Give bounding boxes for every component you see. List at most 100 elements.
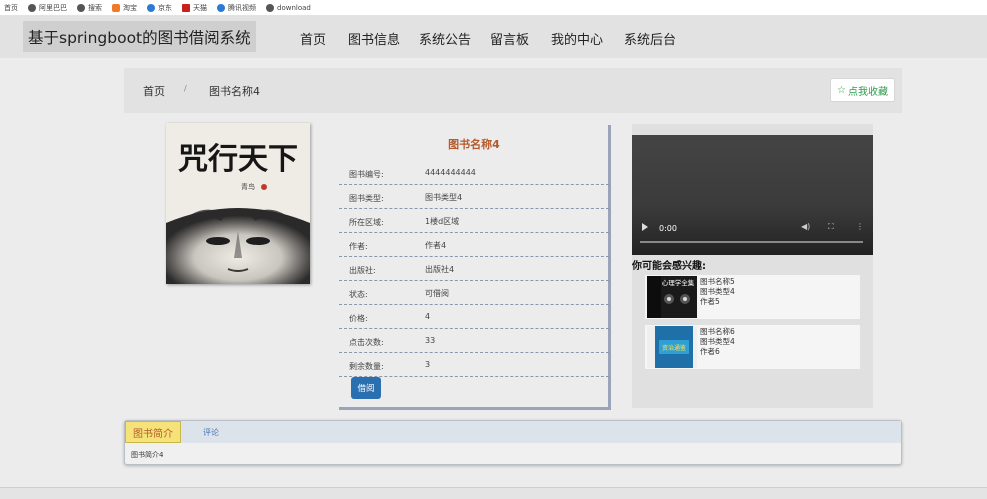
detail-key: 点击次数: bbox=[349, 338, 384, 347]
breadcrumb-separator: / bbox=[184, 84, 187, 93]
tab-header: 图书简介 评论 bbox=[125, 421, 901, 443]
bookmark-label: 腾讯视频 bbox=[228, 3, 256, 12]
video-player[interactable]: 0:00 ◀) ⛶ ⋮ bbox=[632, 135, 873, 255]
bookmark-label: 京东 bbox=[158, 3, 172, 12]
bookmarks-bar: 首页 阿里巴巴 搜索 淘宝 京东 天猫 腾讯视频 download bbox=[0, 0, 987, 16]
nav-book-info[interactable]: 图书信息 bbox=[348, 29, 400, 48]
bookmark-download[interactable]: download bbox=[266, 3, 311, 12]
recommend-name: 图书名称5 bbox=[700, 277, 735, 286]
recommend-type: 图书类型4 bbox=[700, 337, 735, 346]
recommend-text: 图书名称6 图书类型4 作者6 bbox=[700, 327, 735, 357]
book-title: 图书名称4 bbox=[448, 138, 500, 151]
bookmark-label: 首页 bbox=[4, 3, 18, 12]
star-icon: ☆ bbox=[837, 84, 846, 96]
tab-content: 图书简介4 bbox=[131, 451, 164, 459]
more-options-icon[interactable]: ⋮ bbox=[856, 222, 864, 231]
cover-title: 咒行天下 bbox=[178, 142, 298, 177]
recommend-name: 图书名称6 bbox=[700, 327, 735, 336]
nav-admin[interactable]: 系统后台 bbox=[624, 29, 676, 48]
tab-comments[interactable]: 评论 bbox=[203, 427, 219, 438]
detail-row: 剩余数量: 3 bbox=[339, 353, 609, 377]
detail-key: 图书编号: bbox=[349, 170, 384, 179]
nav-home[interactable]: 首页 bbox=[300, 29, 326, 48]
detail-row: 图书类型: 图书类型4 bbox=[339, 185, 609, 209]
detail-value: 4 bbox=[425, 312, 431, 321]
bookmark-label: download bbox=[277, 3, 311, 12]
recommend-cover: 资治通鉴 bbox=[647, 326, 697, 368]
detail-key: 剩余数量: bbox=[349, 362, 384, 371]
nav-my-center[interactable]: 我的中心 bbox=[551, 29, 603, 48]
video-site-icon bbox=[217, 3, 225, 12]
side-panel: 0:00 ◀) ⛶ ⋮ 你可能会感兴趣: 心理学全集 图书名称5 图书类型4 作… bbox=[632, 124, 873, 408]
taobao-icon bbox=[112, 3, 120, 12]
detail-key: 作者: bbox=[349, 242, 368, 251]
detail-row: 价格: 4 bbox=[339, 305, 609, 329]
detail-value: 图书类型4 bbox=[425, 193, 463, 202]
globe-icon bbox=[77, 3, 85, 12]
nav-announcements[interactable]: 系统公告 bbox=[419, 29, 471, 48]
bookmark-search[interactable]: 搜索 bbox=[77, 3, 102, 13]
play-icon[interactable] bbox=[642, 223, 648, 231]
globe-icon bbox=[266, 3, 274, 12]
detail-row: 状态: 可借阅 bbox=[339, 281, 609, 305]
favorite-button[interactable]: ☆ 点我收藏 bbox=[830, 78, 895, 102]
bookmark-label: 天猫 bbox=[193, 3, 207, 12]
borrow-button[interactable]: 借阅 bbox=[351, 377, 381, 399]
detail-value: 作者4 bbox=[425, 241, 447, 250]
detail-row: 作者: 作者4 bbox=[339, 233, 609, 257]
bookmark-alibaba[interactable]: 阿里巴巴 bbox=[28, 3, 67, 13]
favorite-label: 点我收藏 bbox=[848, 86, 888, 98]
page-footer bbox=[0, 487, 987, 499]
bookmark-label: 淘宝 bbox=[123, 3, 137, 12]
recommend-type: 图书类型4 bbox=[700, 287, 735, 296]
volume-icon[interactable]: ◀) bbox=[801, 222, 810, 231]
detail-value: 可借阅 bbox=[425, 289, 449, 298]
video-progress-bar[interactable] bbox=[640, 241, 863, 243]
recommend-author: 作者5 bbox=[700, 297, 720, 306]
detail-row: 点击次数: 33 bbox=[339, 329, 609, 353]
bookmark-label: 阿里巴巴 bbox=[39, 3, 67, 12]
jd-icon bbox=[147, 3, 155, 12]
bookmark-label: 搜索 bbox=[88, 3, 102, 12]
detail-value: 3 bbox=[425, 360, 431, 369]
detail-value: 出版社4 bbox=[425, 265, 455, 274]
bookmark-tmall[interactable]: 天猫 bbox=[182, 3, 207, 13]
bookmark-home[interactable]: 首页 bbox=[4, 3, 18, 13]
detail-key: 所在区域: bbox=[349, 218, 384, 227]
detail-row: 所在区域: 1楼d区域 bbox=[339, 209, 609, 233]
recommend-item[interactable]: 资治通鉴 图书名称6 图书类型4 作者6 bbox=[645, 325, 860, 369]
cover-author: 青鸟 bbox=[241, 182, 255, 191]
detail-value: 1楼d区域 bbox=[425, 217, 460, 226]
book-cover: 咒行天下 青鸟 bbox=[166, 123, 310, 284]
detail-row: 图书编号: 4444444444 bbox=[339, 161, 609, 185]
book-cover-art: 咒行天下 青鸟 bbox=[166, 123, 310, 284]
detail-value: 4444444444 bbox=[425, 168, 476, 177]
detail-row: 出版社: 出版社4 bbox=[339, 257, 609, 281]
recommend-cover-text: 心理学全集 bbox=[662, 278, 695, 287]
breadcrumb-home[interactable]: 首页 bbox=[143, 83, 165, 99]
bookmark-video[interactable]: 腾讯视频 bbox=[217, 3, 256, 13]
recommend-text: 图书名称5 图书类型4 作者5 bbox=[700, 277, 735, 307]
globe-icon bbox=[28, 3, 36, 12]
detail-key: 图书类型: bbox=[349, 194, 384, 203]
nav-message-board[interactable]: 留言板 bbox=[490, 29, 529, 48]
book-details-card: 图书名称4 图书编号: 4444444444 图书类型: 图书类型4 所在区域: 1楼… bbox=[339, 125, 611, 410]
breadcrumb: 首页 / 图书名称4 ☆ 点我收藏 bbox=[124, 68, 902, 113]
site-title[interactable]: 基于springboot的图书借阅系统 bbox=[23, 21, 256, 52]
fullscreen-icon[interactable]: ⛶ bbox=[828, 222, 834, 232]
video-time: 0:00 bbox=[659, 224, 677, 233]
breadcrumb-current: 图书名称4 bbox=[209, 85, 260, 98]
recommend-cover-text: 资治通鉴 bbox=[662, 344, 686, 352]
recommend-cover: 心理学全集 bbox=[647, 276, 697, 318]
detail-key: 出版社: bbox=[349, 266, 376, 275]
recommend-heading: 你可能会感兴趣: bbox=[632, 261, 706, 272]
detail-value: 33 bbox=[425, 336, 436, 345]
recommend-item[interactable]: 心理学全集 图书名称5 图书类型4 作者5 bbox=[645, 275, 860, 319]
bookmark-taobao[interactable]: 淘宝 bbox=[112, 3, 137, 13]
detail-key: 价格: bbox=[349, 314, 368, 323]
bookmark-jd[interactable]: 京东 bbox=[147, 3, 172, 13]
tmall-icon bbox=[182, 3, 190, 12]
detail-key: 状态: bbox=[349, 290, 368, 299]
book-tabs: 图书简介 评论 图书简介4 bbox=[124, 420, 902, 465]
tab-introduction[interactable]: 图书简介 bbox=[125, 421, 181, 443]
